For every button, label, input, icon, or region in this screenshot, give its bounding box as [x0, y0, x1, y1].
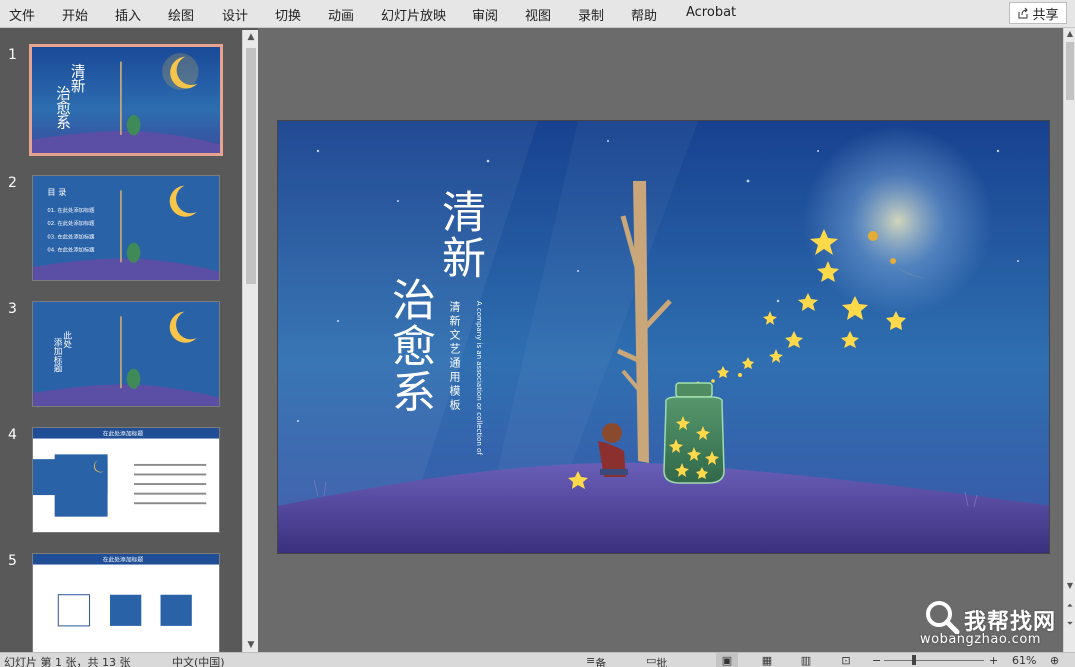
thumbnail-number: 2: [8, 175, 17, 191]
slide-thumbnail[interactable]: 在此处添加标题: [32, 427, 220, 533]
thumbnail-heading: 目 录: [47, 187, 66, 197]
status-bar: 幻灯片 第 1 张，共 13 张 中文(中国) ≡ 备注 ▭ 批注 ▣ ▦ ▥ …: [0, 652, 1075, 667]
book-icon: ▥: [800, 654, 812, 667]
tab-slideshow[interactable]: 幻灯片放映: [381, 5, 446, 24]
thumbnail-cover-art: 清 新 治 愈 系: [32, 47, 220, 153]
scrollbar-thumb[interactable]: [246, 48, 256, 284]
tab-help[interactable]: 帮助: [631, 5, 657, 24]
slideshow-view-button[interactable]: ⊡: [835, 653, 857, 667]
notes-button[interactable]: ≡ 备注: [586, 654, 606, 667]
scrollbar-thumb[interactable]: [1066, 42, 1074, 100]
thumbnail-content-art: 在此处添加标题: [33, 428, 219, 532]
language-status[interactable]: 中文(中国): [172, 654, 225, 667]
scroll-up-arrow-icon[interactable]: ▲: [1064, 28, 1075, 40]
tab-review[interactable]: 审阅: [472, 5, 498, 24]
fit-to-window-icon[interactable]: ⊕: [1050, 654, 1059, 667]
normal-view-button[interactable]: ▣: [716, 653, 738, 667]
thumbnail-content-art: 在此处添加标题: [33, 554, 219, 652]
tab-design[interactable]: 设计: [222, 5, 248, 24]
thumbnail-scrollbar[interactable]: ▲ ▼: [242, 30, 258, 652]
slide-sorter-view-button[interactable]: ▦: [756, 653, 778, 667]
thumbnail-number: 5: [8, 553, 17, 569]
presentation-icon: ⊡: [841, 654, 851, 667]
notes-label: 备注: [595, 657, 607, 667]
slide-title-line-2[interactable]: 治愈系: [384, 277, 435, 415]
tab-insert[interactable]: 插入: [115, 5, 141, 24]
slide-editing-canvas[interactable]: 清新 治愈系 清新文艺通用模板 A company is an associat…: [258, 28, 1063, 652]
magnifier-icon: [926, 601, 960, 634]
thumbnail-number: 1: [8, 47, 17, 63]
normal-view-icon: ▣: [721, 654, 733, 667]
site-watermark: 我帮找网 wobangzhao.com: [918, 598, 1068, 650]
tab-transitions[interactable]: 切换: [275, 5, 301, 24]
tab-record[interactable]: 录制: [578, 5, 604, 24]
zoom-in-button[interactable]: +: [989, 654, 998, 667]
zoom-level[interactable]: 61%: [1012, 654, 1036, 667]
share-label: 共享: [1032, 7, 1059, 23]
thumbnail-number: 3: [8, 301, 17, 317]
slide-subtitle-english[interactable]: A company is an association or collectio…: [474, 301, 484, 461]
zoom-slider-handle[interactable]: [912, 655, 916, 665]
zoom-out-button[interactable]: −: [872, 654, 881, 667]
scroll-up-arrow-icon[interactable]: ▲: [243, 30, 259, 44]
slide-thumbnail-selected[interactable]: 清 新 治 愈 系: [29, 44, 223, 156]
slide-thumbnail[interactable]: 此处 添加标题: [32, 301, 220, 407]
watermark-url: wobangzhao.com: [920, 632, 1041, 647]
slide-thumbnail-pane: 1 清 新 治 愈 系 2 目 录 01. 在此处添加标题 02. 在此处添加标…: [0, 28, 258, 652]
svg-text:系: 系: [56, 115, 71, 132]
thumbnail-contents-art: 目 录 01. 在此处添加标题 02. 在此处添加标题 03. 在此处添加标题 …: [33, 176, 219, 280]
current-slide[interactable]: 清新 治愈系 清新文艺通用模板 A company is an associat…: [277, 120, 1050, 554]
slide-subtitle-chinese[interactable]: 清新文艺通用模板: [446, 301, 462, 413]
slide-title-line-1[interactable]: 清新: [434, 189, 485, 281]
tab-file[interactable]: 文件: [9, 5, 35, 24]
svg-text:添加标题: 添加标题: [52, 338, 62, 374]
ribbon-tab-bar: 文件 开始 插入 绘图 设计 切换 动画 幻灯片放映 审阅 视图 录制 帮助 A…: [0, 0, 1075, 28]
tab-draw[interactable]: 绘图: [168, 5, 194, 24]
scroll-down-arrow-icon[interactable]: ▼: [1064, 580, 1075, 592]
tab-acrobat[interactable]: Acrobat: [686, 5, 736, 20]
comments-button[interactable]: ▭ 批注: [646, 654, 667, 667]
svg-text:新: 新: [71, 78, 86, 95]
tab-home[interactable]: 开始: [62, 5, 88, 24]
share-icon: [1018, 7, 1029, 19]
tab-view[interactable]: 视图: [525, 5, 551, 24]
zoom-slider-track[interactable]: [884, 660, 984, 661]
svg-text:此处: 此处: [62, 329, 72, 349]
thumbnail-number: 4: [8, 427, 17, 443]
canvas-scrollbar[interactable]: ▲ ▼ ⏶ ⏷: [1063, 28, 1075, 652]
share-button[interactable]: 共享: [1009, 2, 1067, 24]
scroll-down-arrow-icon[interactable]: ▼: [243, 638, 259, 652]
slide-thumbnail[interactable]: 目 录 01. 在此处添加标题 02. 在此处添加标题 03. 在此处添加标题 …: [32, 175, 220, 281]
thumbnail-section-art: 此处 添加标题: [33, 302, 219, 406]
slide-thumbnail[interactable]: 在此处添加标题: [32, 553, 220, 652]
grid-icon: ▦: [761, 654, 773, 667]
reading-view-button[interactable]: ▥: [795, 653, 817, 667]
comments-label: 批注: [656, 657, 668, 667]
slide-count-status: 幻灯片 第 1 张，共 13 张: [4, 656, 131, 667]
tab-animations[interactable]: 动画: [328, 5, 354, 24]
